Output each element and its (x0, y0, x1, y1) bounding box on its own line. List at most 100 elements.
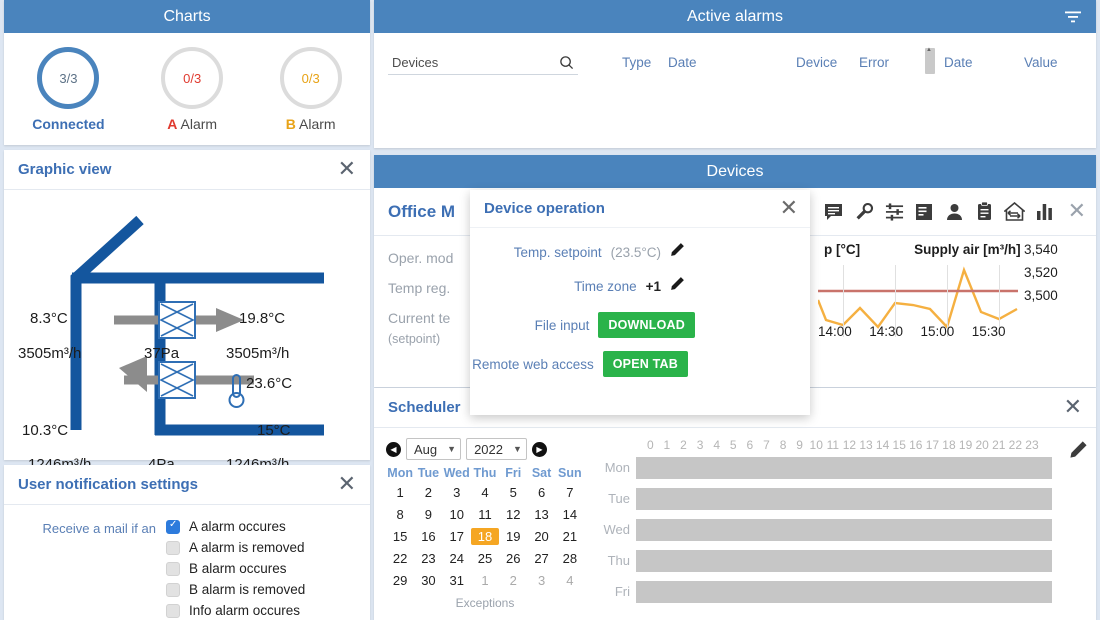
column-header-error[interactable]: Error (859, 55, 925, 70)
checkbox-info-alarm-occures[interactable] (166, 603, 180, 618)
calendar-day[interactable]: 27 (527, 550, 555, 567)
calendar-day[interactable]: 17 (443, 528, 471, 545)
next-month-button[interactable]: ▶ (531, 441, 547, 457)
calendar-day[interactable]: 9 (414, 506, 442, 523)
timeline-day-bar[interactable] (636, 518, 1052, 541)
server-icon[interactable] (914, 201, 935, 222)
calendar-day[interactable]: 10 (443, 506, 471, 523)
month-select[interactable]: Aug ▼ (406, 438, 462, 460)
notification-close-icon[interactable]: ✕ (338, 473, 356, 496)
calendar-day[interactable]: 28 (556, 550, 584, 567)
list-item[interactable]: A alarm is removed (166, 540, 319, 555)
clipboard-icon[interactable] (974, 201, 995, 222)
wrench-icon[interactable] (854, 201, 875, 222)
calendar-day[interactable]: 19 (499, 528, 527, 545)
chevron-down-icon: ▼ (512, 444, 522, 454)
filter-icon[interactable] (1062, 6, 1084, 28)
calendar-day[interactable]: 18 (470, 528, 500, 545)
column-header-date-2[interactable]: Date (935, 55, 1024, 70)
calendar-day-outside[interactable]: 3 (527, 572, 555, 589)
timeline-day-name: Thu (607, 553, 630, 568)
graphic-view-close-icon[interactable]: ✕ (338, 158, 356, 181)
checkbox-a-alarm-removed[interactable] (166, 540, 180, 555)
timeline-hour-label: 21 (992, 438, 1006, 452)
calendar-day[interactable]: 1 (386, 484, 414, 501)
calendar-day[interactable]: 2 (414, 484, 442, 501)
scheduler-close-icon[interactable]: ✕ (1064, 396, 1082, 419)
weekday-wed: Wed (443, 466, 470, 480)
calendar-day[interactable]: 24 (443, 550, 471, 567)
user-icon[interactable] (944, 201, 965, 222)
checkbox-b-alarm-removed[interactable] (166, 582, 180, 597)
open-tab-button[interactable]: OPEN TAB (602, 351, 688, 377)
calendar-day[interactable]: 23 (414, 550, 442, 567)
calendar-day[interactable]: 3 (443, 484, 471, 501)
sliders-icon[interactable] (884, 201, 905, 222)
calendar-day[interactable]: 31 (443, 572, 471, 589)
checkbox-b-alarm-occures[interactable] (166, 561, 180, 576)
calendar-day[interactable]: 6 (527, 484, 555, 501)
device-operation-close-icon[interactable]: ✕ (780, 197, 798, 220)
pencil-icon[interactable] (1069, 440, 1088, 464)
time-zone-label: Time zone (574, 278, 637, 294)
temp-setpoint-pencil-icon[interactable] (670, 242, 685, 262)
search-input[interactable]: Devices (388, 55, 578, 75)
column-resize-handle[interactable] (925, 47, 935, 74)
calendar-day[interactable]: 5 (499, 484, 527, 501)
calendar-day[interactable]: 30 (414, 572, 442, 589)
calendar-day[interactable]: 29 (386, 572, 414, 589)
calendar-day[interactable]: 14 (556, 506, 584, 523)
timeline-hour-label: 11 (826, 438, 840, 452)
house-transfer-icon[interactable] (1003, 201, 1025, 222)
extract-in-temp: 15°C (257, 422, 291, 439)
timeline-day-bar[interactable] (636, 487, 1052, 510)
calendar-day[interactable]: 4 (471, 484, 499, 501)
scheduler-title: Scheduler (388, 399, 461, 416)
calendar-day-outside[interactable]: 2 (499, 572, 527, 589)
timeline-hour-label: 13 (859, 438, 873, 452)
calendar-day[interactable]: 12 (499, 506, 527, 523)
list-item[interactable]: Info alarm occures (166, 603, 319, 618)
prev-month-button[interactable]: ◀ (386, 441, 401, 457)
calendar-day[interactable]: 16 (414, 528, 442, 545)
calendar-day[interactable]: 15 (386, 528, 414, 545)
list-item[interactable]: B alarm occures (166, 561, 319, 576)
timeline-day-bar[interactable] (636, 549, 1052, 572)
donut-b-alarm[interactable]: 0/3 B Alarm (279, 47, 342, 132)
donut-connected[interactable]: 3/3 Connected (32, 47, 105, 132)
checkbox-a-alarm-occures[interactable] (166, 519, 180, 534)
search-icon[interactable] (559, 55, 574, 70)
calendar-day[interactable]: 13 (527, 506, 555, 523)
remote-web-access-label: Remote web access (472, 356, 594, 372)
device-close-icon[interactable]: ✕ (1068, 200, 1086, 223)
calendar-day[interactable]: 26 (499, 550, 527, 567)
timeline-day-bar[interactable] (636, 456, 1052, 479)
timeline-day-bar[interactable] (636, 580, 1052, 603)
device-name: Office M (388, 201, 456, 221)
list-item[interactable]: A alarm occures (166, 519, 319, 534)
calendar-day[interactable]: 8 (386, 506, 414, 523)
exceptions-label[interactable]: Exceptions (386, 596, 584, 610)
calendar-day[interactable]: 20 (527, 528, 555, 545)
scheduler-body: ◀ Aug ▼ 2022 ▼ ▶ Mon Tue Wed Thu Fri Sat… (374, 428, 1096, 610)
message-icon[interactable] (824, 201, 845, 222)
column-header-type[interactable]: Type (622, 55, 668, 70)
download-button[interactable]: DOWNLOAD (598, 312, 695, 338)
calendar-day[interactable]: 21 (556, 528, 584, 545)
bar-chart-icon[interactable] (1034, 201, 1055, 222)
calendar-day-outside[interactable]: 4 (556, 572, 584, 589)
calendar-day[interactable]: 7 (556, 484, 584, 501)
time-zone-pencil-icon[interactable] (670, 276, 685, 296)
calendar-day[interactable]: 11 (471, 506, 499, 523)
calendar-day-outside[interactable]: 1 (471, 572, 499, 589)
column-header-device[interactable]: Device (796, 55, 859, 70)
list-item[interactable]: B alarm is removed (166, 582, 319, 597)
graphic-view-body: 8.3°C 19.8°C 3505m³/h 37Pa 3505m³/h 23.6… (4, 190, 370, 473)
calendar-day[interactable]: 22 (386, 550, 414, 567)
timeline-hour-label: 4 (713, 438, 721, 452)
column-header-value[interactable]: Value (1024, 55, 1058, 70)
donut-a-alarm[interactable]: 0/3 A Alarm (161, 47, 224, 132)
column-header-date-1[interactable]: Date (668, 55, 796, 70)
year-select[interactable]: 2022 ▼ (466, 438, 527, 460)
calendar-day[interactable]: 25 (471, 550, 499, 567)
